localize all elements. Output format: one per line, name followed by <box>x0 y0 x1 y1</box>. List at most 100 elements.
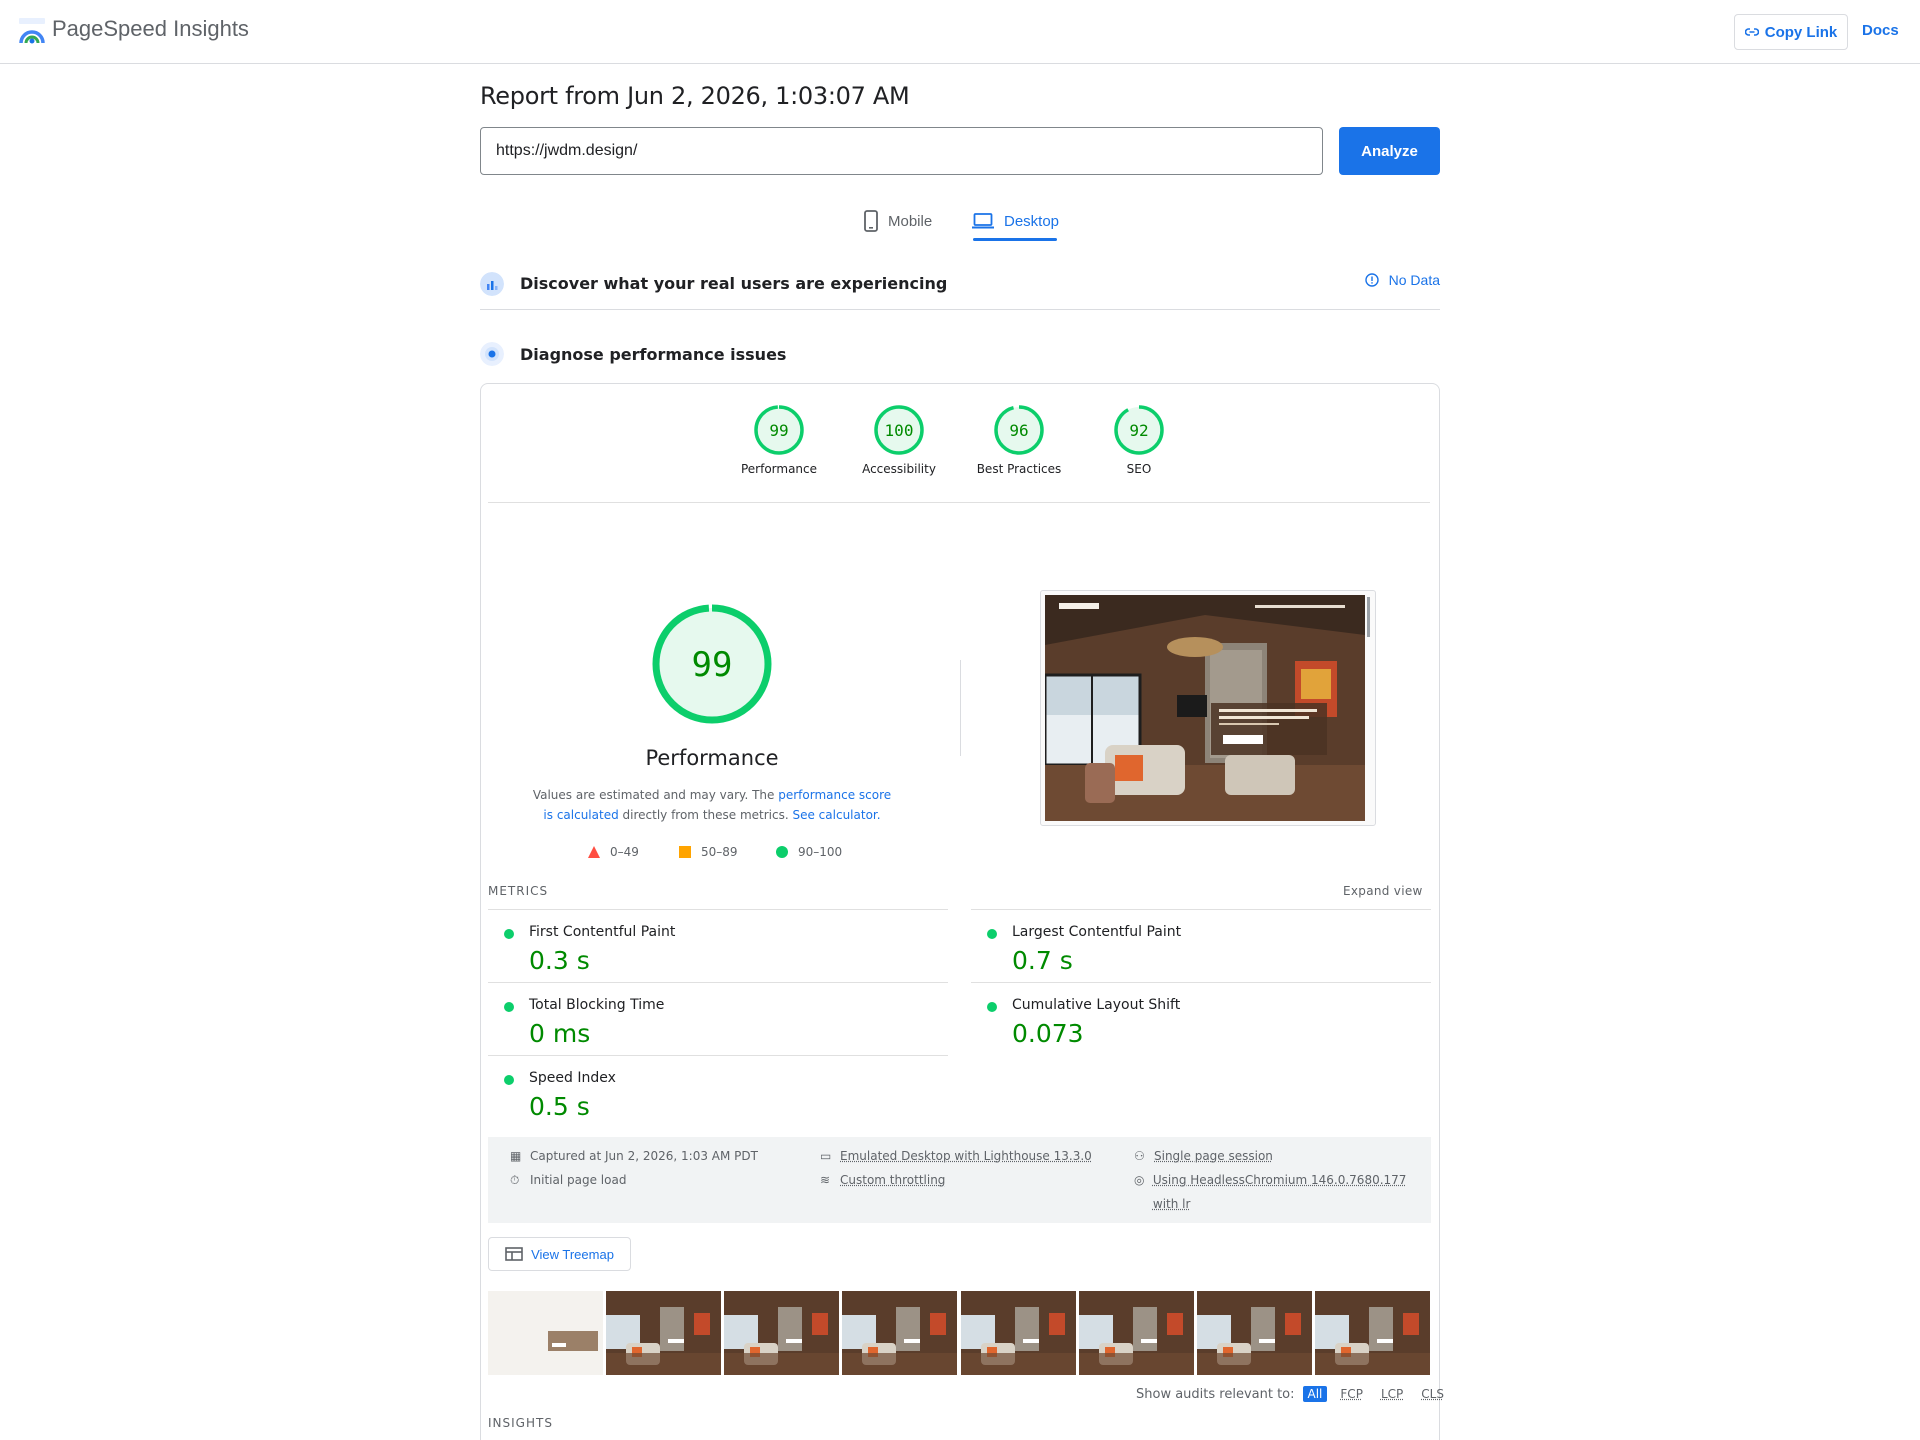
treemap-label: View Treemap <box>531 1247 614 1262</box>
filmstrip-frame <box>1197 1291 1313 1375</box>
metric-value: 0.7 s <box>1012 946 1073 975</box>
insights-heading: INSIGHTS <box>488 1416 553 1430</box>
gauge-label: Accessibility <box>839 462 959 476</box>
report-title: Report from Jun 2, 2026, 1:03:07 AM <box>480 82 909 110</box>
gauge-label: Performance <box>719 462 839 476</box>
filmstrip-frame <box>1315 1291 1431 1375</box>
page-session[interactable]: ⚇ Single page session <box>1134 1144 1273 1168</box>
tab-desktop[interactable]: Desktop <box>972 205 1059 237</box>
category-gauge-performance[interactable]: 99 Performance <box>719 404 839 476</box>
filter-chip-cls[interactable]: CLS <box>1416 1386 1449 1402</box>
captured-at: ▦ Captured at Jun 2, 2026, 1:03 AM PDT <box>510 1144 758 1168</box>
gauge-label: Best Practices <box>959 462 1079 476</box>
captured-at-text: Captured at Jun 2, 2026, 1:03 AM PDT <box>530 1144 758 1168</box>
gauge-score: 92 <box>1129 421 1148 440</box>
performance-score-gauge: 99 <box>650 602 774 726</box>
final-screenshot[interactable] <box>1040 590 1376 826</box>
legend-range: 50–89 <box>701 845 738 859</box>
session-icon: ⚇ <box>1134 1144 1148 1168</box>
expand-view-toggle[interactable]: Expand view <box>1343 884 1423 898</box>
triangle-icon <box>588 846 600 858</box>
filter-chip-fcp[interactable]: FCP <box>1335 1386 1368 1402</box>
network-throttling[interactable]: ≋ Custom throttling <box>820 1168 945 1192</box>
browser-version[interactable]: ◎ Using HeadlessChromium 146.0.7680.177 … <box>1134 1168 1424 1216</box>
lab-data-section: Diagnose performance issues <box>480 332 1440 376</box>
audits-filter: Show audits relevant to: All FCP LCP CLS <box>1136 1386 1449 1402</box>
browser-text: Using HeadlessChromium 146.0.7680.177 wi… <box>1153 1168 1424 1216</box>
copy-link-button[interactable]: Copy Link <box>1734 14 1848 50</box>
analyze-button[interactable]: Analyze <box>1339 127 1440 175</box>
top-bar: PageSpeed Insights Copy Link Docs <box>0 0 1920 64</box>
initial-load-text: Initial page load <box>530 1168 626 1192</box>
field-data-title: Discover what your real users are experi… <box>520 274 947 293</box>
website-screenshot-image <box>1045 595 1371 821</box>
see-calculator-link[interactable]: See calculator. <box>792 808 880 822</box>
performance-score: 99 <box>692 645 733 685</box>
metric-total-blocking-time: Total Blocking Time 0 ms <box>488 982 948 1055</box>
audits-filter-label: Show audits relevant to: <box>1136 1387 1295 1402</box>
metric-name: Cumulative Layout Shift <box>1012 997 1180 1013</box>
chrome-icon: ◎ <box>1134 1168 1147 1192</box>
tab-mobile[interactable]: Mobile <box>864 205 932 237</box>
no-data-status[interactable]: No Data <box>1365 272 1440 288</box>
pass-circle-icon <box>504 1075 514 1085</box>
app-title[interactable]: PageSpeed Insights <box>52 16 249 42</box>
pass-circle-icon <box>987 929 997 939</box>
session-text: Single page session <box>1154 1144 1273 1168</box>
filmstrip <box>488 1291 1431 1375</box>
gauge-ring: 96 <box>993 404 1045 456</box>
performance-title: Performance <box>580 746 844 770</box>
wifi-icon: ≋ <box>820 1168 834 1192</box>
metric-value: 0.073 <box>1012 1019 1084 1048</box>
info-icon <box>1365 273 1379 287</box>
pagespeed-logo-icon[interactable] <box>18 16 46 46</box>
active-tab-indicator <box>973 238 1057 241</box>
gauge-score: 99 <box>769 421 788 440</box>
filter-chip-lcp[interactable]: LCP <box>1376 1386 1408 1402</box>
no-data-label: No Data <box>1389 272 1440 288</box>
tab-desktop-label: Desktop <box>1004 213 1059 230</box>
pass-circle-icon <box>504 929 514 939</box>
filmstrip-frame <box>724 1291 840 1375</box>
circle-icon <box>776 846 788 858</box>
tab-mobile-label: Mobile <box>888 213 932 230</box>
filmstrip-frame <box>842 1291 958 1375</box>
metric-name: First Contentful Paint <box>529 924 675 940</box>
metric-value: 0.5 s <box>529 1092 590 1121</box>
legend-fail: 0–49 <box>588 845 639 859</box>
filmstrip-frame <box>961 1291 1077 1375</box>
square-icon <box>679 846 691 858</box>
docs-link[interactable]: Docs <box>1862 22 1899 39</box>
gauge-label: SEO <box>1079 462 1199 476</box>
url-input[interactable] <box>480 127 1323 175</box>
gauges-divider <box>488 502 1430 503</box>
metric-first-contentful-paint: First Contentful Paint 0.3 s <box>488 909 948 982</box>
emulated-device[interactable]: ▭ Emulated Desktop with Lighthouse 13.3.… <box>820 1144 1092 1168</box>
users-chart-icon <box>480 272 504 296</box>
emulated-text: Emulated Desktop with Lighthouse 13.3.0 <box>840 1144 1092 1168</box>
metric-name: Total Blocking Time <box>529 997 664 1013</box>
legend-range: 0–49 <box>610 845 639 859</box>
timer-icon: ⏱ <box>510 1168 524 1192</box>
field-data-section[interactable]: Discover what your real users are experi… <box>480 258 1440 310</box>
metric-name: Speed Index <box>529 1070 616 1086</box>
vertical-separator <box>960 660 961 756</box>
filmstrip-frame <box>1079 1291 1195 1375</box>
pass-circle-icon <box>987 1002 997 1012</box>
legend-pass: 90–100 <box>776 845 842 859</box>
category-gauge-seo[interactable]: 92 SEO <box>1079 404 1199 476</box>
category-gauge-accessibility[interactable]: 100 Accessibility <box>839 404 959 476</box>
filter-chip-all[interactable]: All <box>1303 1386 1328 1402</box>
pass-circle-icon <box>504 1002 514 1012</box>
link-icon <box>1745 27 1759 37</box>
treemap-icon <box>505 1247 523 1261</box>
filmstrip-frame <box>606 1291 722 1375</box>
desc-text: directly from these metrics. <box>619 808 793 822</box>
view-treemap-button[interactable]: View Treemap <box>488 1237 631 1271</box>
category-gauge-best-practices[interactable]: 96 Best Practices <box>959 404 1079 476</box>
initial-page-load: ⏱ Initial page load <box>510 1168 626 1192</box>
gauge-score: 96 <box>1009 421 1028 440</box>
gauge-ring: 99 <box>753 404 805 456</box>
phone-icon <box>864 210 878 232</box>
metric-speed-index: Speed Index 0.5 s <box>488 1055 948 1128</box>
